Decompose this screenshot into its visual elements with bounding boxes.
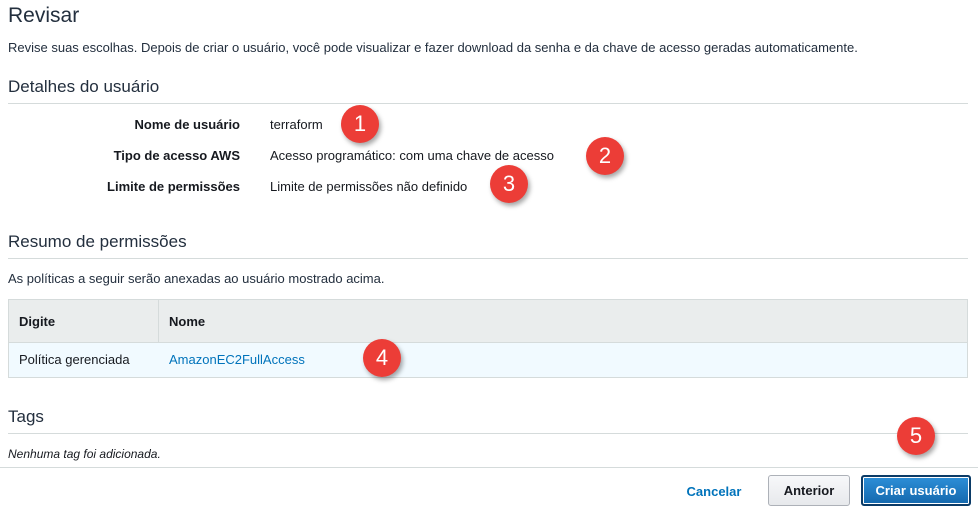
username-label: Nome de usuário	[134, 117, 240, 132]
tags-title: Tags	[8, 407, 44, 426]
permissions-description: As políticas a seguir serão anexadas ao …	[8, 271, 385, 286]
cancel-button[interactable]: Cancelar	[676, 476, 752, 506]
table-row: Política gerenciada AmazonEC2FullAccess	[9, 343, 967, 377]
policy-name-link[interactable]: AmazonEC2FullAccess	[169, 352, 305, 367]
divider	[8, 258, 968, 259]
access-type-value: Acesso programático: com uma chave de ac…	[270, 148, 554, 163]
column-header-type[interactable]: Digite	[9, 300, 159, 342]
previous-button[interactable]: Anterior	[768, 475, 850, 506]
divider	[8, 103, 968, 104]
permissions-table: Digite Nome Política gerenciada AmazonEC…	[8, 299, 968, 378]
page-description: Revise suas escolhas. Depois de criar o …	[8, 40, 858, 55]
annotation-marker-5: 5	[897, 417, 935, 455]
annotation-marker-1: 1	[341, 105, 379, 143]
tags-empty-text: Nenhuma tag foi adicionada.	[8, 447, 161, 461]
footer-divider	[0, 467, 978, 468]
policy-type-cell: Política gerenciada	[19, 352, 130, 367]
user-details-title: Detalhes do usuário	[8, 77, 160, 96]
permissions-summary-title: Resumo de permissões	[8, 232, 187, 251]
username-value: terraform	[270, 117, 323, 132]
table-header: Digite Nome	[9, 300, 967, 343]
policy-name-cell: AmazonEC2FullAccess	[159, 343, 315, 377]
access-type-label: Tipo de acesso AWS	[113, 148, 240, 163]
create-user-button[interactable]: Criar usuário	[861, 475, 971, 506]
annotation-marker-3: 3	[490, 165, 528, 203]
annotation-marker-4: 4	[363, 339, 401, 377]
annotation-marker-2: 2	[586, 137, 624, 175]
page-title: Revisar	[8, 4, 80, 27]
column-header-name[interactable]: Nome	[159, 300, 215, 342]
permissions-boundary-label: Limite de permissões	[107, 179, 240, 194]
permissions-boundary-value: Limite de permissões não definido	[270, 179, 468, 194]
divider	[8, 433, 968, 434]
